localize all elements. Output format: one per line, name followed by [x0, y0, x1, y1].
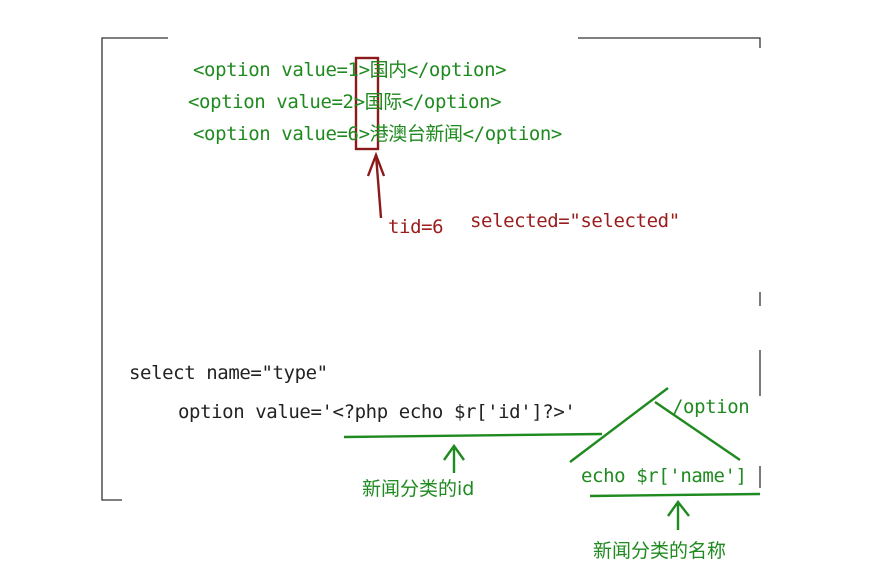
news-category-name-label: 新闻分类的名称	[593, 540, 727, 562]
red-arrow	[366, 151, 386, 219]
select-line: select name="type"	[129, 362, 328, 384]
frame-left-bracket	[101, 37, 168, 501]
selected-annotation: selected="selected"	[470, 210, 680, 232]
tid-annotation: tid=6	[388, 216, 444, 238]
echo-name-underline	[589, 492, 761, 498]
echo-name-text: echo $r['name']	[581, 465, 747, 487]
option-line-3: <option value=6>港澳台新闻</option>	[193, 123, 562, 145]
green-bracket-left	[569, 387, 669, 463]
option-value-line: option value='<?php echo $r['id']?>'	[178, 401, 576, 423]
option-line-1: <option value=1>国内</option>	[193, 59, 507, 81]
name-arrow	[667, 499, 690, 530]
option-value-underline	[343, 432, 603, 439]
news-category-id-label: 新闻分类的id	[362, 478, 475, 500]
option-line-2: <option value=2>国际</option>	[188, 91, 502, 113]
id-arrow	[443, 443, 465, 473]
option-close-text: /option	[672, 396, 750, 418]
frame-top-right	[578, 37, 761, 48]
